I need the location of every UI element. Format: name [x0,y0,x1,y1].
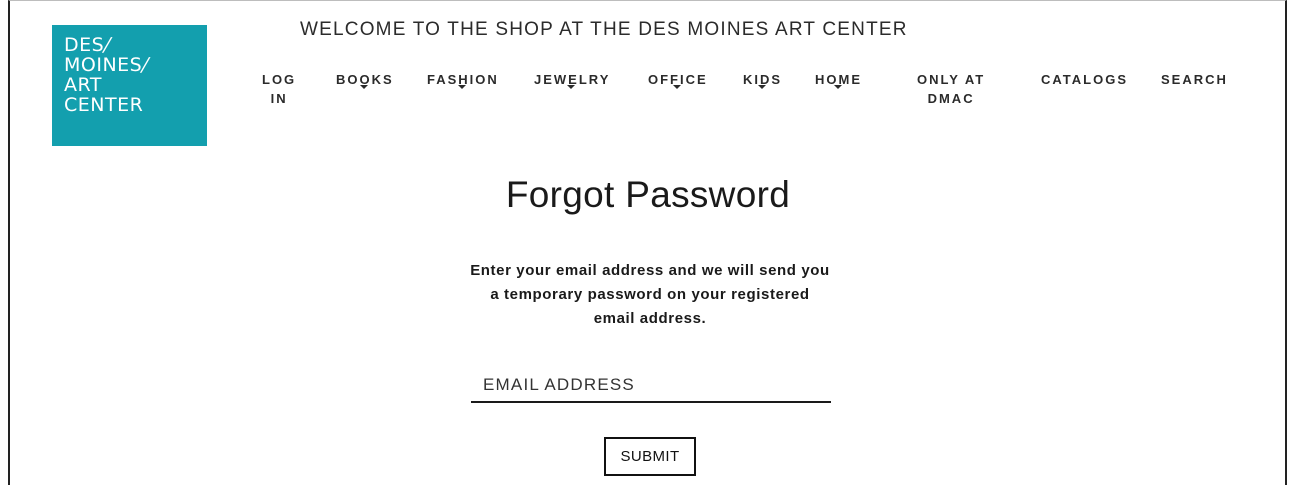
nav-item-label: LOG [262,72,297,87]
nav-item-label: CATALOGS [1041,72,1129,87]
submit-button[interactable]: SUBMIT [604,437,696,476]
nav-item-fashion[interactable]: FASHION [427,70,499,93]
chevron-down-icon [833,85,842,89]
chevron-down-icon [457,85,466,89]
nav-item-jewelry[interactable]: JEWELRY [534,70,610,93]
nav-item-label-line2: IN [270,91,288,106]
chevron-down-icon [672,85,681,89]
nav-item-home[interactable]: HOME [815,70,862,93]
nav-item-office[interactable]: OFFICE [648,70,708,93]
welcome-banner: WELCOME TO THE SHOP AT THE DES MOINES AR… [300,19,908,40]
instructions-text: Enter your email address and we will sen… [470,262,830,327]
nav-item-label: ONLY AT [917,72,986,87]
nav-item-label-line2: DMAC [927,91,975,106]
logo-line-1: DES/ [64,34,115,56]
logo-line-2: MOINES/ [64,54,153,76]
email-field[interactable] [471,368,831,403]
chevron-down-icon [567,85,576,89]
logo-line-4: CENTER [64,94,144,116]
nav-item-books[interactable]: BOOKS [336,70,394,93]
page-title: Forgot Password [505,174,791,215]
nav-item-search[interactable]: SEARCH [1161,70,1228,89]
site-logo[interactable]: DES/ MOINES/ ART CENTER [52,25,207,146]
nav-item-label: SEARCH [1161,72,1228,87]
chevron-down-icon [359,85,368,89]
nav-item-log-in[interactable]: LOG IN [262,70,296,108]
nav-item-only-at-dmac[interactable]: ONLY AT DMAC [917,70,985,108]
nav-item-kids[interactable]: KIDS [743,70,782,93]
logo-line-3: ART [64,74,102,96]
nav-item-catalogs[interactable]: CATALOGS [1041,70,1128,89]
chevron-down-icon [757,85,766,89]
